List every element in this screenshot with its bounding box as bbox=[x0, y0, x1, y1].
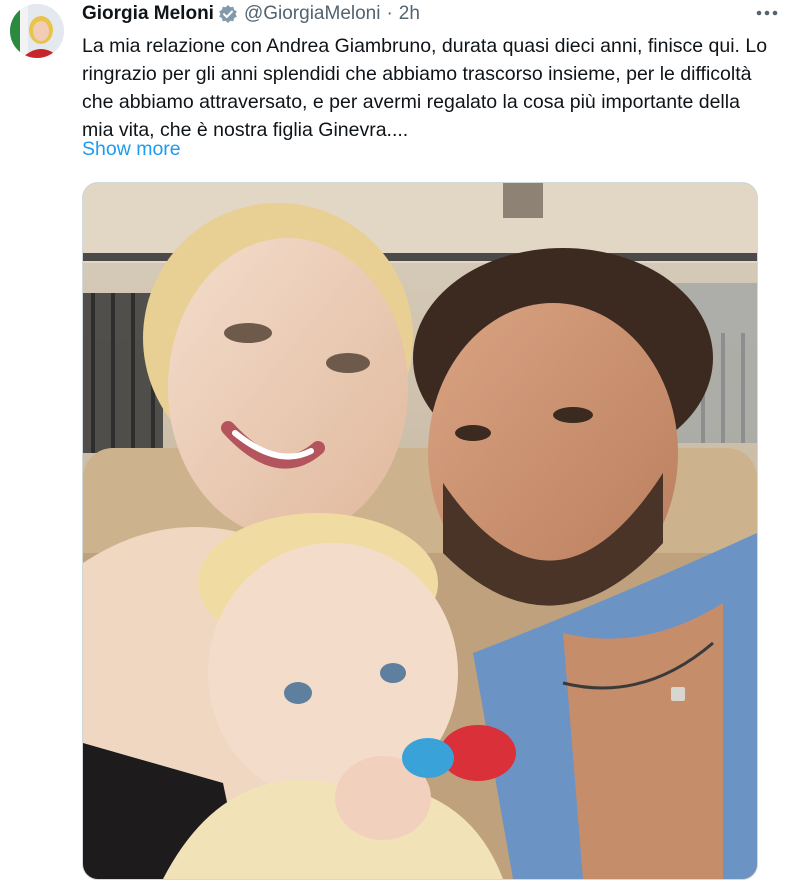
separator-dot: · bbox=[386, 3, 393, 24]
tweet-header: Giorgia Meloni @GiorgiaMeloni · 2h bbox=[82, 2, 420, 26]
more-horizontal-icon bbox=[756, 10, 778, 16]
show-more-link[interactable]: Show more bbox=[82, 138, 181, 161]
tweet-photo[interactable] bbox=[82, 182, 758, 880]
verified-badge-icon bbox=[218, 4, 238, 24]
author-avatar[interactable] bbox=[10, 4, 64, 58]
family-selfie-image bbox=[83, 183, 757, 879]
author-handle[interactable]: @GiorgiaMeloni bbox=[244, 3, 381, 25]
author-name[interactable]: Giorgia Meloni bbox=[82, 3, 214, 25]
tweet-timestamp[interactable]: 2h bbox=[399, 3, 420, 25]
tweet-text: La mia relazione con Andrea Giambruno, d… bbox=[82, 35, 768, 141]
more-options-button[interactable] bbox=[752, 2, 782, 24]
avatar-image bbox=[10, 4, 64, 58]
